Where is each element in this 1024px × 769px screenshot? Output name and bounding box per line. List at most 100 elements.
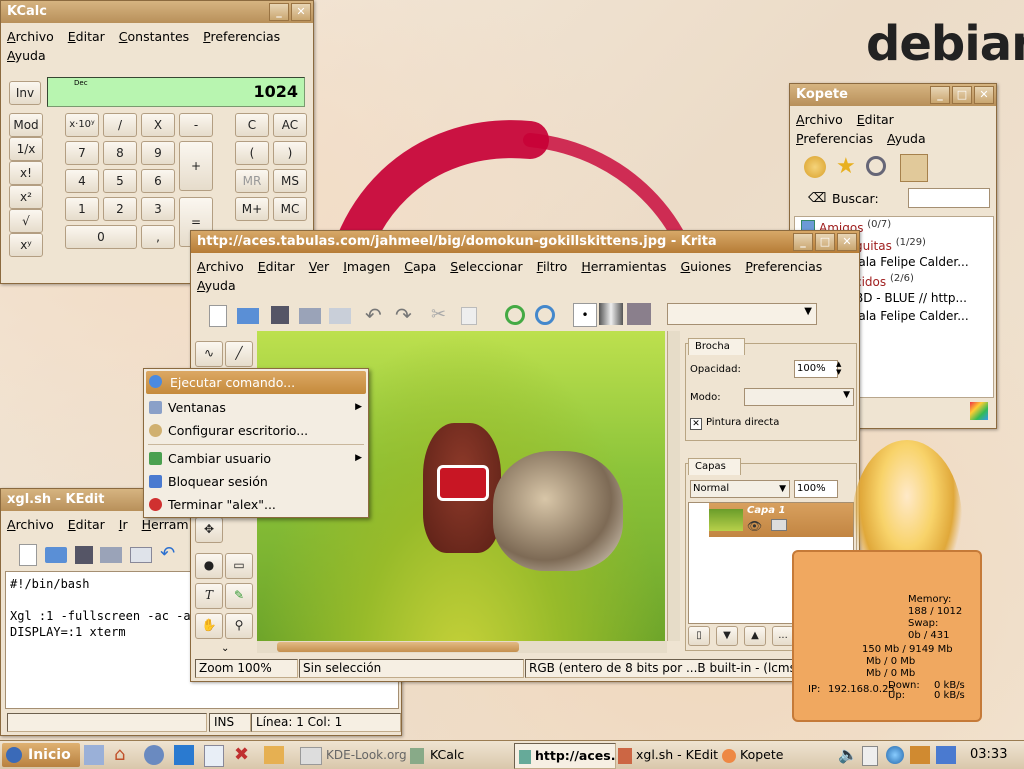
task-kcalc[interactable]: KCalc <box>410 743 494 767</box>
zoom-tool[interactable]: ⚲ <box>225 613 253 639</box>
digit-2-button[interactable]: 2 <box>103 197 137 221</box>
decimal-button[interactable]: , <box>141 225 175 249</box>
root-button[interactable]: √ <box>9 209 43 233</box>
contact-item[interactable]: BD - BLUE // http... <box>855 291 967 305</box>
print-preview-icon[interactable] <box>329 308 351 324</box>
zoom-in-icon[interactable] <box>505 305 525 325</box>
line-tool[interactable]: ╱ <box>225 341 253 367</box>
open-folder-icon[interactable] <box>237 308 259 324</box>
menu-filtro[interactable]: Filtro <box>537 257 568 276</box>
menu-ir[interactable]: Ir <box>119 515 128 534</box>
ms-button[interactable]: MS <box>273 169 307 193</box>
menu-item-windows[interactable]: Ventanas ▶ <box>144 396 368 419</box>
menu-item-switch-user[interactable]: Cambiar usuario ▶ <box>144 447 368 470</box>
menu-guiones[interactable]: Guiones <box>680 257 731 276</box>
mod-button[interactable]: Mod <box>9 113 43 137</box>
print-icon[interactable] <box>100 547 123 563</box>
menu-preferencias[interactable]: Preferencias <box>203 27 280 46</box>
pattern-button[interactable] <box>627 303 651 325</box>
square-button[interactable]: x² <box>9 185 43 209</box>
minimize-button[interactable]: _ <box>930 86 950 104</box>
user-status-icon[interactable] <box>804 156 826 178</box>
eye-icon[interactable]: 👁 <box>747 519 762 533</box>
menu-capa[interactable]: Capa <box>404 257 436 276</box>
home-icon[interactable]: ⌂ <box>114 743 125 767</box>
minus-button[interactable]: - <box>179 113 213 137</box>
inverse-button[interactable]: 1/x <box>9 137 43 161</box>
klipper-icon[interactable] <box>862 746 878 766</box>
digit-7-button[interactable]: 7 <box>65 141 99 165</box>
task-kopete[interactable]: Kopete <box>722 743 822 767</box>
folder-icon[interactable] <box>900 154 928 182</box>
globe-icon[interactable] <box>886 746 904 764</box>
save-icon[interactable] <box>74 546 93 564</box>
volume-icon[interactable]: 🔈 <box>838 743 858 767</box>
clear-button[interactable]: C <box>235 113 269 137</box>
close-button[interactable]: ✕ <box>974 86 994 104</box>
minimize-button[interactable]: _ <box>793 233 813 251</box>
menu-archivo[interactable]: Archivo <box>796 110 843 129</box>
menu-archivo[interactable]: Archivo <box>7 515 54 534</box>
brush-shape-button[interactable]: • <box>573 303 597 327</box>
color-picker-tool[interactable]: ✎ <box>225 583 253 609</box>
power-button[interactable]: xʸ <box>9 233 43 257</box>
mplus-button[interactable]: M+ <box>235 197 269 221</box>
maximize-button[interactable]: □ <box>952 86 972 104</box>
text-tool[interactable]: T <box>195 583 223 609</box>
menu-editar[interactable]: Editar <box>857 110 894 129</box>
redo-icon[interactable]: ↷ <box>395 303 412 327</box>
direct-paint-checkbox[interactable]: ✕ <box>690 418 702 430</box>
fill-tool[interactable]: ● <box>195 553 223 579</box>
mr-button[interactable]: MR <box>235 169 269 193</box>
rectangle-tool[interactable]: ▭ <box>225 553 253 579</box>
tray-folder-icon[interactable] <box>936 746 956 764</box>
open-folder-icon[interactable] <box>44 547 67 563</box>
move-layer-down-button[interactable]: ▼ <box>716 626 738 646</box>
inv-button[interactable]: Inv <box>9 81 41 105</box>
menu-item-configure-desktop[interactable]: Configurar escritorio... <box>144 419 368 442</box>
zoom-out-icon[interactable] <box>535 305 555 325</box>
tray-app-icon[interactable] <box>910 746 930 764</box>
preset-dropdown[interactable]: ▼ <box>667 303 817 325</box>
package-icon[interactable] <box>264 746 284 764</box>
menu-item-lock-session[interactable]: Bloquear sesión <box>144 470 368 493</box>
digit-9-button[interactable]: 9 <box>141 141 175 165</box>
lock-icon[interactable] <box>771 519 787 531</box>
new-document-icon[interactable] <box>19 544 37 566</box>
opacity-value[interactable]: 100% <box>794 360 838 378</box>
digit-0-button[interactable]: 0 <box>65 225 137 249</box>
digit-6-button[interactable]: 6 <box>141 169 175 193</box>
digit-1-button[interactable]: 1 <box>65 197 99 221</box>
move-layer-up-button[interactable]: ▲ <box>744 626 766 646</box>
opacity-spin-icon[interactable]: ▲ ▼ <box>836 360 841 376</box>
tab-capas[interactable]: Capas <box>688 458 741 475</box>
tab-brocha[interactable]: Brocha <box>688 338 745 355</box>
digit-5-button[interactable]: 5 <box>103 169 137 193</box>
menu-imagen[interactable]: Imagen <box>343 257 390 276</box>
menu-item-run-command[interactable]: Ejecutar comando... <box>146 371 366 394</box>
horizontal-scrollbar[interactable] <box>257 641 667 653</box>
cut-icon[interactable]: ✂ <box>431 304 446 325</box>
print-icon[interactable] <box>299 308 321 324</box>
tools-icon[interactable]: ✖ <box>234 743 249 767</box>
gradient-button[interactable] <box>599 303 623 325</box>
menu-editar[interactable]: Editar <box>258 257 295 276</box>
mode-dropdown[interactable]: ▼ <box>744 388 854 406</box>
kopete-status-icon[interactable] <box>970 402 988 420</box>
clock[interactable]: 03:33 <box>970 743 1007 767</box>
menu-editar[interactable]: Editar <box>68 27 105 46</box>
divide-button[interactable]: / <box>103 113 137 137</box>
plus-button[interactable]: + <box>179 141 213 191</box>
layer-properties-button[interactable]: ... <box>772 626 794 646</box>
new-layer-button[interactable]: ▯ <box>688 626 710 646</box>
new-document-icon[interactable] <box>209 305 227 327</box>
menu-preferencias[interactable]: Preferencias <box>745 257 822 276</box>
digit-8-button[interactable]: 8 <box>103 141 137 165</box>
contact-item[interactable]: jala Felipe Calder... <box>855 309 969 323</box>
freehand-brush-tool[interactable]: ∿ <box>195 341 223 367</box>
mc-button[interactable]: MC <box>273 197 307 221</box>
menu-seleccionar[interactable]: Seleccionar <box>450 257 522 276</box>
maximize-button[interactable]: □ <box>815 233 835 251</box>
konqueror-icon[interactable] <box>174 745 194 765</box>
menu-ver[interactable]: Ver <box>309 257 329 276</box>
